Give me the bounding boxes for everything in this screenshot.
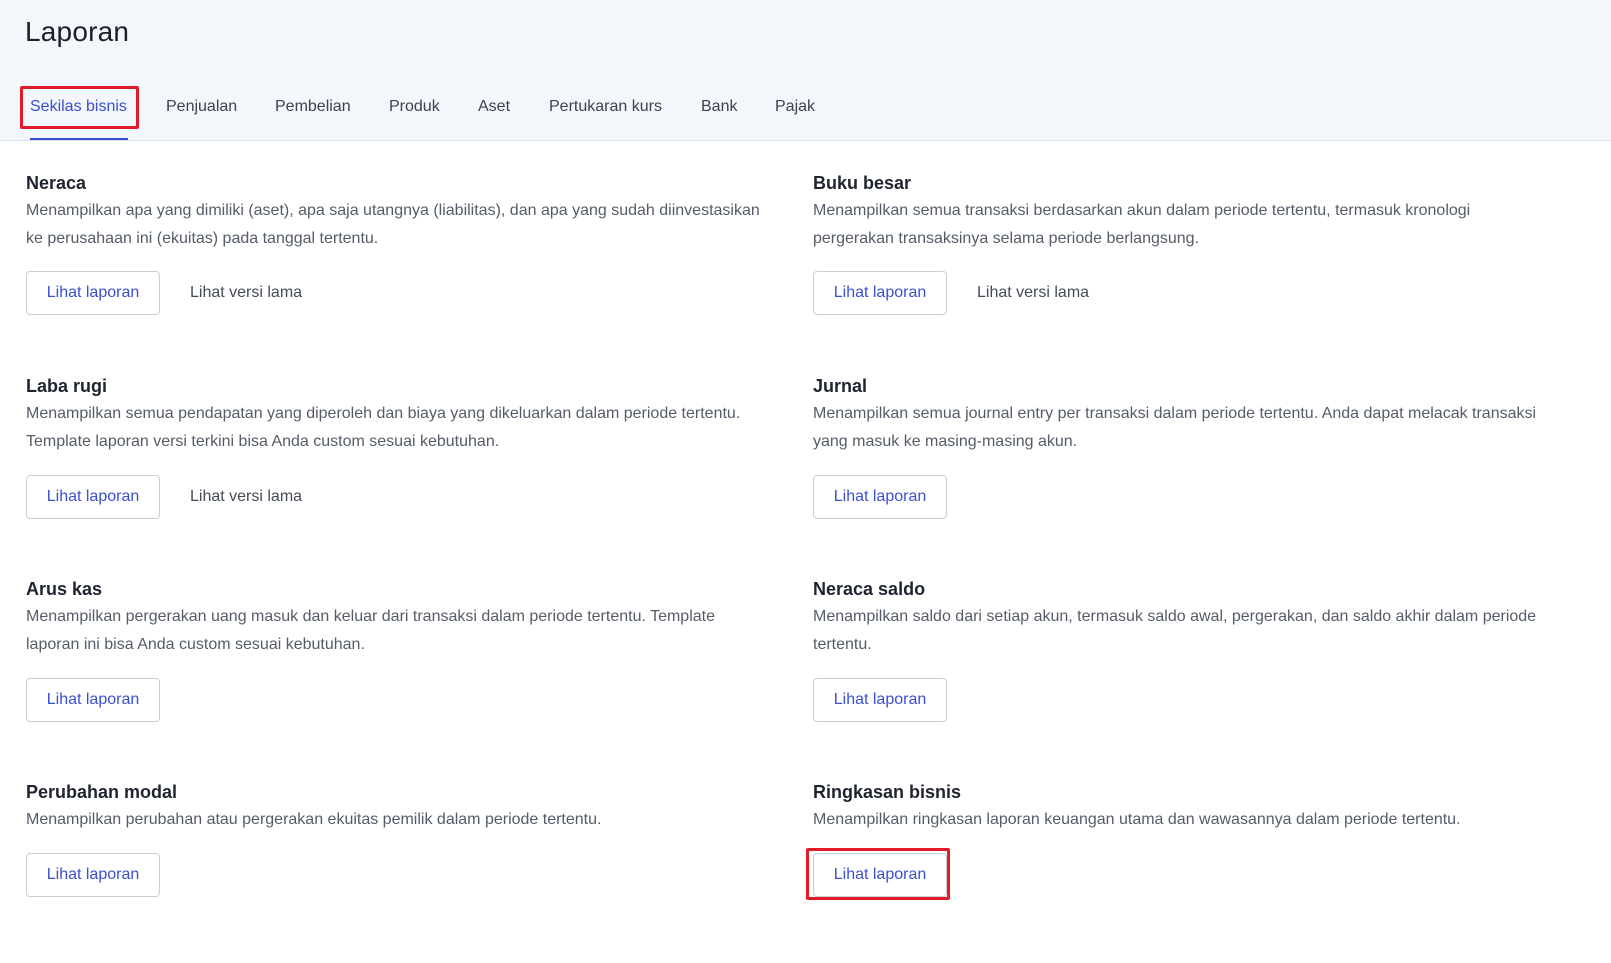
page-header: Laporan Sekilas bisnis Penjualan Pembeli… (0, 0, 1611, 141)
report-title: Buku besar (813, 173, 912, 193)
view-report-button[interactable]: Lihat laporan (26, 678, 160, 722)
report-card-buku-besar: Buku besar Menampilkan semua transaksi b… (813, 171, 1553, 315)
report-description: Menampilkan semua transaksi berdasarkan … (813, 202, 1471, 247)
report-description: Menampilkan apa yang dimiliki (aset), ap… (26, 202, 760, 247)
view-report-button[interactable]: Lihat laporan (26, 271, 160, 315)
view-old-version-link[interactable]: Lihat versi lama (977, 284, 1089, 302)
report-actions: Lihat laporan Lihat versi lama (813, 271, 1089, 315)
report-description: Menampilkan semua journal entry per tran… (813, 405, 1537, 450)
view-report-button[interactable]: Lihat laporan (813, 853, 947, 897)
report-title: Neraca saldo (813, 579, 926, 599)
tab-bank[interactable]: Bank (701, 86, 737, 128)
report-actions: Lihat laporan (813, 853, 947, 897)
report-title: Laba rugi (26, 376, 108, 396)
tab-pembelian[interactable]: Pembelian (275, 86, 351, 128)
tab-aset[interactable]: Aset (478, 86, 510, 128)
report-description: Menampilkan pergerakan uang masuk dan ke… (26, 608, 715, 653)
report-actions: Lihat laporan (813, 475, 947, 519)
tab-produk[interactable]: Produk (389, 86, 440, 128)
view-old-version-link[interactable]: Lihat versi lama (190, 488, 302, 506)
report-title: Ringkasan bisnis (813, 782, 962, 802)
tab-pajak[interactable]: Pajak (775, 86, 815, 128)
report-actions: Lihat laporan Lihat versi lama (26, 475, 302, 519)
report-card-neraca: Neraca Menampilkan apa yang dimiliki (as… (26, 171, 766, 315)
view-report-button[interactable]: Lihat laporan (813, 475, 947, 519)
report-card-neraca-saldo: Neraca saldo Menampilkan saldo dari seti… (813, 577, 1553, 722)
view-report-button[interactable]: Lihat laporan (26, 853, 160, 897)
view-report-button[interactable]: Lihat laporan (813, 271, 947, 315)
report-card-jurnal: Jurnal Menampilkan semua journal entry p… (813, 374, 1553, 519)
report-description: Menampilkan semua pendapatan yang dipero… (26, 405, 741, 450)
tab-penjualan[interactable]: Penjualan (166, 86, 237, 128)
tab-pertukaran-kurs[interactable]: Pertukaran kurs (549, 86, 662, 128)
report-card-perubahan-modal: Perubahan modal Menampilkan perubahan at… (26, 780, 766, 897)
report-title: Jurnal (813, 376, 868, 396)
report-card-ringkasan-bisnis: Ringkasan bisnis Menampilkan ringkasan l… (813, 780, 1553, 897)
report-actions: Lihat laporan (26, 853, 160, 897)
report-actions: Lihat laporan (26, 678, 160, 722)
report-title: Arus kas (26, 579, 103, 599)
report-actions: Lihat laporan Lihat versi lama (26, 271, 302, 315)
active-tab-indicator (30, 138, 128, 140)
report-description: Menampilkan saldo dari setiap akun, term… (813, 608, 1537, 653)
report-actions: Lihat laporan (813, 678, 947, 722)
report-card-arus-kas: Arus kas Menampilkan pergerakan uang mas… (26, 577, 766, 722)
report-title: Neraca (26, 173, 87, 193)
tab-sekilas-bisnis[interactable]: Sekilas bisnis (30, 86, 127, 128)
view-old-version-link[interactable]: Lihat versi lama (190, 284, 302, 302)
page-title: Laporan (25, 16, 130, 47)
report-card-laba-rugi: Laba rugi Menampilkan semua pendapatan y… (26, 374, 766, 519)
report-title: Perubahan modal (26, 782, 178, 802)
report-tabs: Sekilas bisnis Penjualan Pembelian Produ… (0, 86, 1611, 140)
view-report-button[interactable]: Lihat laporan (26, 475, 160, 519)
view-report-button[interactable]: Lihat laporan (813, 678, 947, 722)
